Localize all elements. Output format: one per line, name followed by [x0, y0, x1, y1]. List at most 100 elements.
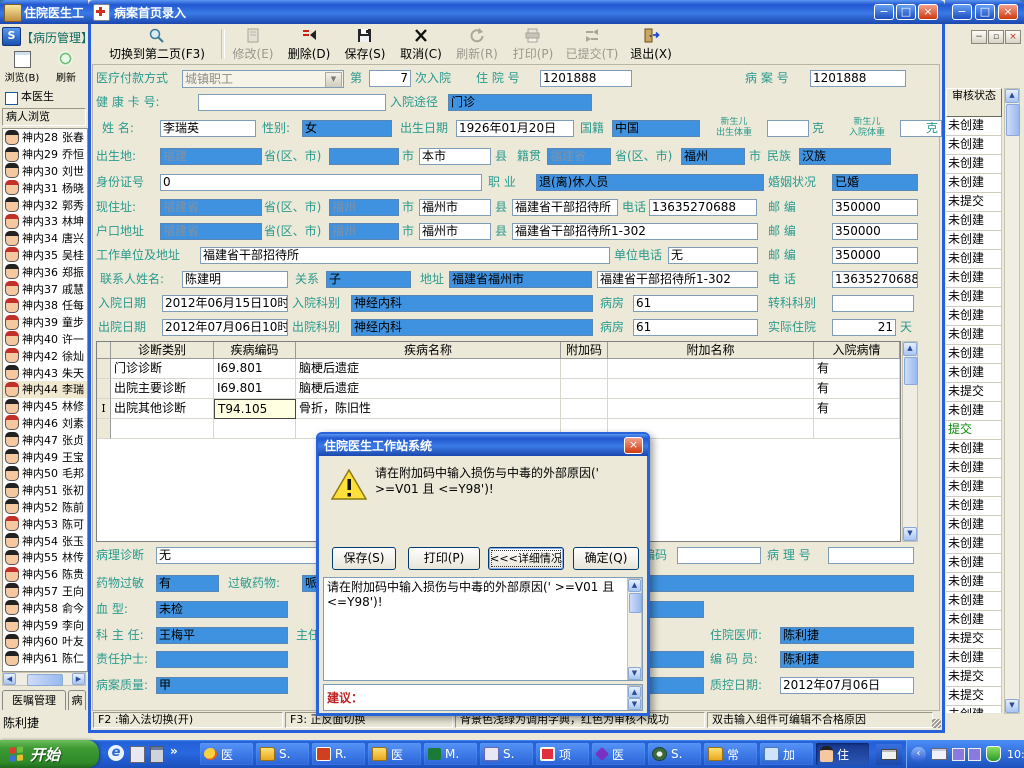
current-city-field[interactable]: 福州: [329, 199, 399, 216]
marital-field[interactable]: 已婚: [832, 174, 918, 191]
patient-list-item[interactable]: 神内44 李瑞: [3, 380, 87, 398]
patient-list-item[interactable]: 神内56 陈贵: [3, 566, 87, 583]
patient-list-item[interactable]: 神内47 张贞: [3, 431, 87, 448]
patient-list-item[interactable]: 神内36 郑振: [3, 263, 87, 280]
review-status-cell[interactable]: 未创建: [946, 402, 1002, 421]
patient-list-item[interactable]: 神内38 任每: [3, 297, 87, 314]
resize-grip[interactable]: [932, 719, 941, 728]
birthdate-field[interactable]: 1926年01月20日: [456, 120, 574, 137]
review-status-cell[interactable]: 未创建: [946, 516, 1002, 535]
review-status-cell[interactable]: 未创建: [946, 212, 1002, 231]
patient-list-item[interactable]: 神内35 吴桂: [3, 247, 87, 264]
code-field[interactable]: [677, 547, 761, 564]
patient-list-item[interactable]: 神内57 王向: [3, 583, 87, 600]
record-quality-field[interactable]: 甲: [156, 677, 288, 694]
patient-list-item[interactable]: 神内46 刘素: [3, 415, 87, 432]
review-status-cell[interactable]: 未创建: [946, 174, 1002, 193]
dialog-print-button[interactable]: 打印(P): [408, 547, 480, 570]
review-status-cell[interactable]: 未创建: [946, 231, 1002, 250]
review-status-cell[interactable]: 未创建: [946, 307, 1002, 326]
nurse-field[interactable]: [156, 651, 288, 668]
review-status-cell[interactable]: 未创建: [946, 326, 1002, 345]
patient-list-item[interactable]: 神内37 戚慧: [3, 280, 87, 297]
newborn-birthweight-field[interactable]: [767, 120, 809, 137]
contact-address-field[interactable]: 福建省福州市: [449, 271, 592, 288]
review-status-cell[interactable]: 未提交: [946, 193, 1002, 212]
review-status-cell[interactable]: 未提交: [946, 687, 1002, 706]
review-status-cell[interactable]: 未创建: [946, 364, 1002, 383]
admission-path-field[interactable]: 门诊: [448, 94, 592, 111]
discharge-dept-field[interactable]: 神经内科: [351, 319, 593, 336]
patient-list-item[interactable]: 神内31 杨晓: [3, 179, 87, 196]
id-number-field[interactable]: 0: [160, 174, 482, 191]
review-status-cell[interactable]: 未创建: [946, 117, 1002, 136]
patient-list-item[interactable]: 神内54 张玉: [3, 532, 87, 549]
tab-orders[interactable]: 医嘱管理: [2, 690, 66, 710]
review-status-cell[interactable]: 未创建: [946, 459, 1002, 478]
patient-list-item[interactable]: 神内51 张初: [3, 482, 87, 499]
tab-records[interactable]: 病: [68, 690, 86, 710]
patient-list-item[interactable]: 神内28 张春: [3, 129, 87, 146]
patient-list-item[interactable]: 神内58 俞今: [3, 599, 87, 616]
review-status-cell[interactable]: 未创建: [946, 440, 1002, 459]
review-status-header[interactable]: 审核状态: [946, 88, 1002, 117]
taskbar-window-button[interactable]: 医: [200, 743, 253, 765]
actual-stay-field[interactable]: 21: [832, 319, 896, 336]
mdi-close-button[interactable]: ×: [1005, 30, 1021, 44]
quicklaunch-doc-icon[interactable]: [130, 746, 145, 763]
delete-button[interactable]: 删除(D): [283, 26, 335, 62]
mdi-minimize-button[interactable]: −: [971, 30, 987, 44]
patient-list-item[interactable]: 神内42 徐灿: [3, 347, 87, 364]
review-status-cell[interactable]: 未创建: [946, 136, 1002, 155]
dialog-ok-button[interactable]: 确定(Q): [573, 547, 639, 570]
name-field[interactable]: 李瑞英: [160, 120, 256, 137]
review-status-cell[interactable]: 未创建: [946, 592, 1002, 611]
native-province-field[interactable]: 福建省: [547, 148, 611, 165]
employer-field[interactable]: 福建省干部招待所: [200, 247, 610, 264]
review-status-cell[interactable]: 未创建: [946, 250, 1002, 269]
patient-list-item[interactable]: 神内30 刘世: [3, 163, 87, 180]
current-detail-field[interactable]: 福建省干部招待所: [512, 199, 618, 216]
patient-list-item[interactable]: 神内33 林坤: [3, 213, 87, 230]
review-status-cell[interactable]: 未创建: [946, 497, 1002, 516]
native-city-field[interactable]: 福州: [681, 148, 745, 165]
patient-list-item[interactable]: 神内59 李向: [3, 616, 87, 633]
nationality-field[interactable]: 中国: [612, 120, 700, 137]
patient-list-hscrollbar[interactable]: ◀ ▶: [2, 672, 86, 686]
taskbar-window-button[interactable]: 加: [760, 743, 813, 765]
birthplace-county-field[interactable]: 本市: [419, 148, 491, 165]
main-maximize-button[interactable]: □: [975, 4, 995, 20]
ethnicity-field[interactable]: 汉族: [799, 148, 891, 165]
detail-scrollbar[interactable]: ▲ ▼: [627, 578, 642, 680]
review-scrollbar[interactable]: ▲ ▼: [1004, 88, 1020, 714]
resident-field[interactable]: 陈利捷: [780, 627, 914, 644]
record-minimize-button[interactable]: −: [874, 4, 894, 20]
patient-list-item[interactable]: 神内45 林修: [3, 398, 87, 415]
tray-clock[interactable]: 10:07: [1007, 748, 1024, 761]
ie-quicklaunch-icon[interactable]: e: [108, 745, 124, 761]
exit-button[interactable]: 退出(X): [625, 26, 677, 62]
tray-mail-icon[interactable]: [931, 748, 947, 760]
zip-field3[interactable]: 350000: [832, 247, 918, 264]
review-status-cell[interactable]: 未创建: [946, 155, 1002, 174]
relation-field[interactable]: 子: [326, 271, 411, 288]
patient-list-item[interactable]: 神内60 叶友: [3, 633, 87, 650]
zip-field1[interactable]: 350000: [832, 199, 918, 216]
patient-list-item[interactable]: 神内40 许一: [3, 331, 87, 348]
tray-network-icon2[interactable]: [968, 747, 981, 761]
cancel-button[interactable]: 取消(C): [395, 26, 447, 62]
zip-field2[interactable]: 350000: [832, 223, 918, 240]
record-close-button[interactable]: ×: [918, 4, 938, 20]
browse-button[interactable]: 浏览(B): [2, 50, 42, 88]
tray-network-icon1[interactable]: [952, 747, 965, 761]
diagnosis-row[interactable]: 出院主要诊断 I69.801 脑梗后遗症 有: [97, 379, 900, 399]
review-status-cell[interactable]: 未创建: [946, 269, 1002, 288]
patient-list-item[interactable]: 神内49 王宝: [3, 448, 87, 465]
save-button[interactable]: 保存(S): [339, 26, 391, 62]
admission-date-field[interactable]: 2012年06月15日10时: [162, 295, 288, 312]
patient-list-item[interactable]: 神内53 陈可: [3, 515, 87, 532]
contact-name-field[interactable]: 陈建明: [182, 271, 288, 288]
hidden-field-fragment3[interactable]: [648, 677, 704, 694]
review-status-cell[interactable]: 未提交: [946, 630, 1002, 649]
current-county-field[interactable]: 福州市: [419, 199, 491, 216]
